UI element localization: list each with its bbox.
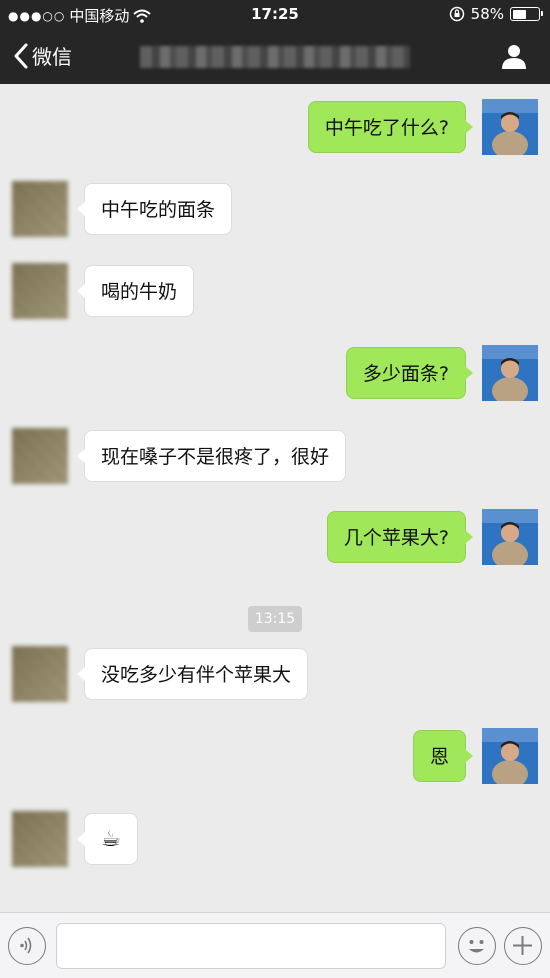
message-bubble-sent[interactable]: 中午吃了什么? xyxy=(307,101,474,153)
battery-fill xyxy=(512,9,527,19)
chat-title-blurred xyxy=(140,46,410,68)
avatar-photo xyxy=(482,728,538,784)
my-avatar[interactable] xyxy=(482,99,538,155)
message-bubble-received[interactable]: 喝的牛奶 xyxy=(76,265,195,317)
battery-percent: 58% xyxy=(470,5,504,23)
my-avatar[interactable] xyxy=(482,345,538,401)
message-timestamp: 13:15 xyxy=(248,606,302,632)
battery-icon xyxy=(510,7,543,21)
my-avatar[interactable] xyxy=(482,509,538,565)
emoji-button[interactable] xyxy=(458,927,496,965)
message-bubble-sent[interactable]: 几个苹果大? xyxy=(326,511,474,563)
avatar-photo xyxy=(482,345,538,401)
contact-avatar[interactable] xyxy=(12,263,68,319)
contact-avatar[interactable] xyxy=(12,646,68,702)
my-avatar[interactable] xyxy=(482,728,538,784)
voice-icon xyxy=(20,937,32,954)
message-bubble-sent[interactable]: 恩 xyxy=(412,730,474,782)
voice-button[interactable] xyxy=(8,927,46,965)
nav-bar: 微信 xyxy=(0,28,550,84)
message-input[interactable] xyxy=(56,923,446,969)
contact-avatar[interactable] xyxy=(12,811,68,867)
status-bar: ●●●○○ 中国移动 17:25 58% xyxy=(0,0,550,28)
rotation-lock-icon xyxy=(449,6,464,22)
emoji-message-bubble[interactable]: ☕ xyxy=(77,813,138,865)
contact-avatar[interactable] xyxy=(12,181,68,237)
chat-area[interactable]: 中午吃了什么? 中午吃的面条 喝的牛奶 多少面条? 现在嗓子不是很疼了，很好 几… xyxy=(0,84,550,912)
plus-icon xyxy=(513,936,532,955)
message-bubble-received[interactable]: 没吃多少有伴个苹果大 xyxy=(76,648,309,700)
person-icon[interactable] xyxy=(500,42,528,70)
message-bubble-received[interactable]: 现在嗓子不是很疼了，很好 xyxy=(76,430,347,482)
message-bubble-received[interactable]: 中午吃的面条 xyxy=(76,183,233,235)
avatar-photo xyxy=(482,509,538,565)
contact-avatar[interactable] xyxy=(12,428,68,484)
chevron-left-icon xyxy=(14,43,28,68)
avatar-photo xyxy=(482,99,538,155)
input-bar xyxy=(0,912,550,978)
back-button[interactable]: 微信 xyxy=(14,41,72,70)
emoji-icon xyxy=(469,940,484,953)
battery-group: 58% xyxy=(449,5,543,23)
plus-button[interactable] xyxy=(504,927,542,965)
message-bubble-sent[interactable]: 多少面条? xyxy=(345,347,474,399)
back-label: 微信 xyxy=(32,45,72,69)
